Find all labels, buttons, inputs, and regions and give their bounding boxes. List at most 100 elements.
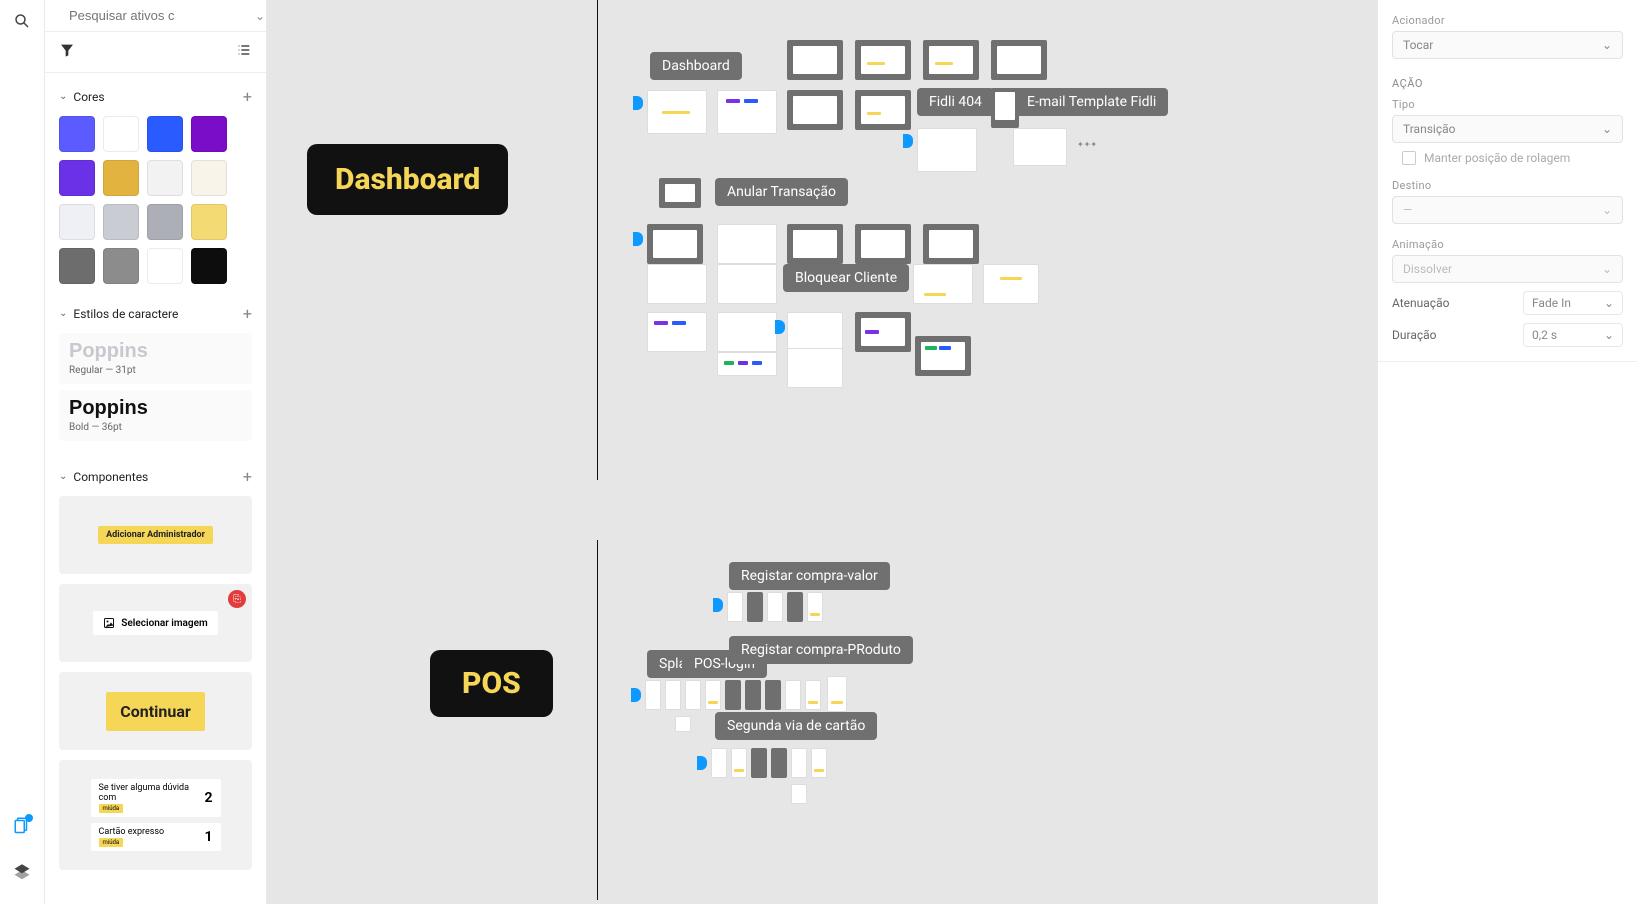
layers-icon[interactable]: [13, 862, 31, 884]
frame-thumb[interactable]: [705, 680, 721, 710]
frame-thumb[interactable]: [717, 352, 777, 376]
frame-thumb[interactable]: [785, 680, 801, 710]
flow-start-marker[interactable]: [713, 598, 723, 612]
frame-thumb[interactable]: [811, 748, 827, 778]
frame-thumb[interactable]: [807, 592, 823, 622]
asset-search-input[interactable]: [69, 8, 245, 23]
pages-icon[interactable]: [13, 816, 31, 838]
frame-label-bloquear[interactable]: Bloquear Cliente: [783, 264, 909, 292]
frame-thumb[interactable]: [787, 40, 843, 80]
frame-thumb[interactable]: [855, 224, 911, 264]
keep-scroll-checkbox[interactable]: Manter posição de rolagem: [1392, 151, 1623, 165]
color-swatch[interactable]: [147, 160, 183, 196]
frame-thumb[interactable]: [991, 40, 1047, 80]
component-add-admin[interactable]: Adicionar Administrador: [59, 496, 252, 574]
frame-thumb[interactable]: [647, 90, 707, 134]
colors-toggle[interactable]: ⌄Cores: [59, 90, 105, 104]
color-swatch[interactable]: [59, 116, 95, 152]
color-swatch[interactable]: [59, 248, 95, 284]
list-view-icon[interactable]: [236, 42, 252, 62]
frame-thumb[interactable]: [751, 748, 767, 778]
frame-label-reg-valor[interactable]: Registar compra-valor: [729, 562, 890, 590]
color-swatch[interactable]: [59, 160, 95, 196]
color-swatch[interactable]: [147, 116, 183, 152]
section-label-pos[interactable]: POS: [430, 650, 553, 717]
frame-thumb[interactable]: [787, 90, 843, 130]
frame-label-dashboard[interactable]: Dashboard: [650, 52, 742, 80]
frame-thumb[interactable]: [711, 748, 727, 778]
frame-thumb[interactable]: [827, 676, 847, 712]
color-swatch[interactable]: [191, 204, 227, 240]
frame-thumb[interactable]: [923, 40, 979, 80]
frame-thumb[interactable]: [675, 716, 691, 732]
text-style-item[interactable]: PoppinsBold — 36pt: [59, 390, 252, 441]
frame-thumb[interactable]: [731, 748, 747, 778]
frame-thumb[interactable]: [787, 224, 843, 264]
frame-thumb[interactable]: [647, 224, 703, 264]
component-select-image[interactable]: Selecionar imagem ⎘: [59, 584, 252, 662]
frame-label-fidli404[interactable]: Fidli 404: [917, 88, 994, 116]
color-swatch[interactable]: [103, 160, 139, 196]
frame-thumb[interactable]: [717, 264, 777, 304]
frame-thumb[interactable]: [787, 348, 843, 388]
frame-thumb[interactable]: [745, 680, 761, 710]
canvas[interactable]: Dashboard POS Dashboard Fidli 404 E-mail…: [267, 0, 1377, 904]
color-swatch[interactable]: [103, 116, 139, 152]
flow-start-marker[interactable]: [775, 320, 785, 334]
flow-start-marker[interactable]: [633, 232, 643, 246]
color-swatch[interactable]: [191, 116, 227, 152]
color-swatch[interactable]: [147, 204, 183, 240]
frame-thumb[interactable]: [791, 748, 807, 778]
text-style-item[interactable]: PoppinsRegular — 31pt: [59, 333, 252, 384]
frame-thumb[interactable]: [771, 748, 787, 778]
flow-start-marker[interactable]: [631, 688, 641, 702]
frame-label-segunda[interactable]: Segunda via de cartão: [715, 712, 877, 740]
flow-start-marker[interactable]: [633, 96, 643, 110]
frame-thumb[interactable]: [767, 592, 783, 622]
color-swatch[interactable]: [147, 248, 183, 284]
section-label-dashboard[interactable]: Dashboard: [307, 144, 508, 215]
frame-thumb[interactable]: [747, 592, 763, 622]
frame-thumb[interactable]: [787, 592, 803, 622]
frame-thumb[interactable]: [913, 264, 973, 304]
search-icon[interactable]: [13, 12, 31, 34]
frame-thumb[interactable]: [725, 680, 741, 710]
component-stepper[interactable]: Se tiver alguma dúvida commiúda2 Cartão …: [59, 760, 252, 870]
color-swatch[interactable]: [103, 204, 139, 240]
component-continue[interactable]: Continuar: [59, 672, 252, 750]
frame-thumb[interactable]: [645, 680, 661, 710]
ease-select[interactable]: Fade In⌄: [1523, 291, 1623, 315]
color-swatch[interactable]: [191, 248, 227, 284]
flow-start-marker[interactable]: [697, 756, 707, 770]
frame-thumb[interactable]: [717, 90, 777, 134]
frame-thumb[interactable]: [717, 224, 777, 264]
add-component-button[interactable]: +: [243, 467, 252, 486]
color-swatch[interactable]: [191, 160, 227, 196]
dur-select[interactable]: 0,2 s⌄: [1523, 323, 1623, 347]
frame-thumb[interactable]: [855, 312, 911, 352]
frame-label-reg-produto[interactable]: Registar compra-PRoduto: [729, 636, 913, 664]
frame-thumb[interactable]: [647, 312, 707, 352]
filter-icon[interactable]: [59, 42, 75, 62]
frame-thumb[interactable]: [665, 680, 681, 710]
frame-thumb[interactable]: [917, 128, 977, 172]
flow-start-marker[interactable]: [903, 134, 913, 148]
frame-thumb[interactable]: [805, 680, 821, 710]
frame-thumb[interactable]: [915, 336, 971, 376]
frame-thumb[interactable]: [791, 784, 807, 804]
frame-thumb[interactable]: [855, 40, 911, 80]
type-select[interactable]: Transição⌄: [1392, 115, 1623, 143]
frame-thumb[interactable]: [787, 312, 843, 352]
frame-thumb[interactable]: [983, 264, 1039, 304]
frame-thumb[interactable]: [685, 680, 701, 710]
color-swatch[interactable]: [103, 248, 139, 284]
frame-thumb[interactable]: [647, 264, 707, 304]
frame-thumb[interactable]: [717, 312, 777, 352]
frame-thumb[interactable]: [765, 680, 781, 710]
dest-select[interactable]: —⌄: [1392, 196, 1623, 224]
add-textstyle-button[interactable]: +: [243, 304, 252, 323]
frame-thumb[interactable]: [727, 592, 743, 622]
color-swatch[interactable]: [59, 204, 95, 240]
frame-thumb[interactable]: [1013, 128, 1067, 166]
components-toggle[interactable]: ⌄Componentes: [59, 470, 148, 484]
